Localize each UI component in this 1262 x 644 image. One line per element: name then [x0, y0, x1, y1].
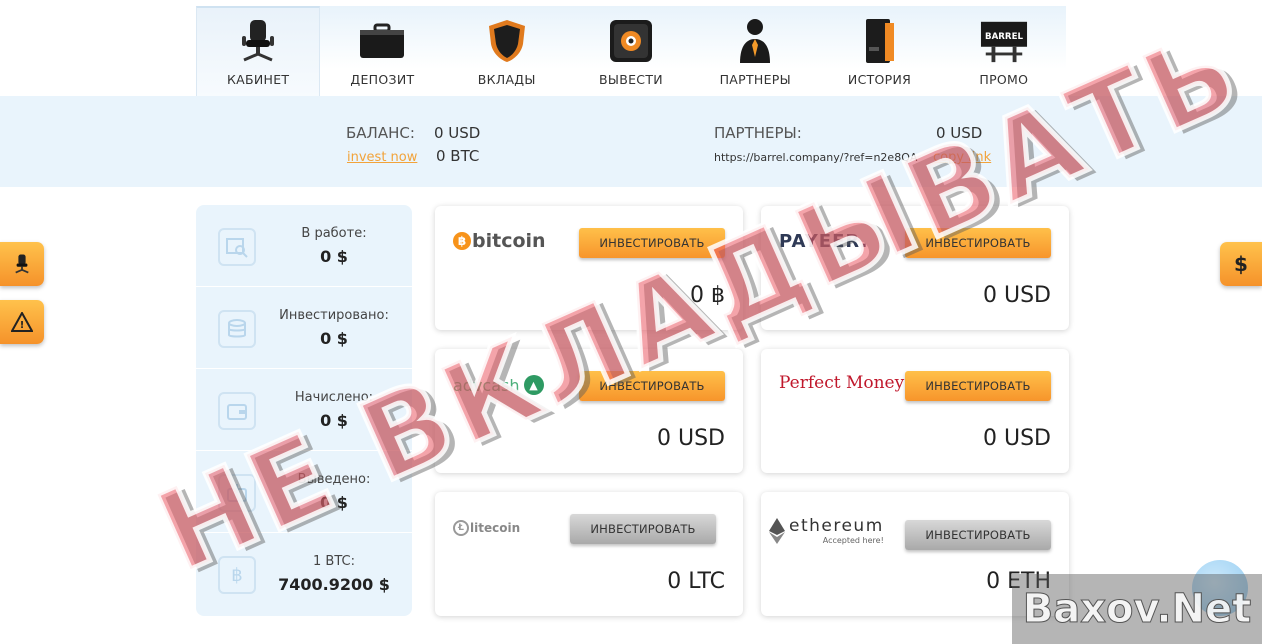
referral-link[interactable]: https://barrel.company/?ref=n2e8QA: [714, 151, 917, 164]
stat-invested: Инвестировано: 0 $: [196, 287, 412, 369]
litecoin-icon: Ł: [453, 520, 469, 536]
stat-label: 1 BTC:: [313, 554, 355, 569]
amount-bitcoin: 0 ฿: [690, 283, 725, 308]
stat-value: 0 $: [320, 411, 348, 430]
invest-button-bitcoin[interactable]: ИНВЕСТИРОВАТЬ: [579, 228, 725, 258]
stat-btc-rate: ฿ 1 BTC: 7400.9200 $: [196, 533, 412, 615]
advcash-icon: ▲: [523, 375, 544, 395]
nav-item-cabinet[interactable]: КАБИНЕТ: [196, 6, 321, 96]
billboard-text: BARREL: [985, 32, 1023, 42]
stat-label: Инвестировано:: [279, 308, 389, 323]
side-cabinet-button[interactable]: [0, 242, 44, 286]
partners-label: ПАРТНЕРЫ:: [714, 124, 802, 142]
coins-icon: [218, 310, 256, 348]
amount-litecoin: 0 LTC: [667, 569, 725, 594]
withdraw-icon: [218, 474, 256, 512]
invest-button-advcash[interactable]: ИНВЕСТИРОВАТЬ: [579, 371, 725, 401]
office-chair-icon: [15, 254, 29, 274]
nav-item-withdraw[interactable]: ВЫВЕСТИ: [569, 6, 693, 96]
stat-withdrawn: Выведено: 0 $: [196, 451, 412, 533]
partners-usd: 0 USD: [936, 124, 983, 142]
safe-icon: [607, 17, 655, 65]
search-document-icon: [218, 228, 256, 266]
ethereum-icon: [769, 517, 785, 544]
nav-item-partners[interactable]: ПАРТНЕРЫ: [693, 6, 817, 96]
nav-label: ДЕПОЗИТ: [350, 72, 415, 87]
person-tie-icon: [731, 17, 779, 65]
invest-button-payeer[interactable]: ИНВЕСТИРОВАТЬ: [905, 228, 1051, 258]
invest-button-litecoin[interactable]: ИНВЕСТИРОВАТЬ: [570, 514, 716, 544]
copy-link[interactable]: copy link: [933, 150, 991, 165]
card-perfect-money: Perfect Money ИНВЕСТИРОВАТЬ 0 USD: [761, 349, 1069, 473]
nav-label: КАБИНЕТ: [226, 72, 290, 87]
nav-label: ПАРТНЕРЫ: [719, 72, 791, 87]
balance-label: БАЛАНС:: [346, 124, 415, 142]
balance-usd: 0 USD: [434, 124, 481, 142]
ethereum-logo: ethereum Accepted here!: [769, 516, 884, 545]
briefcase-icon: [358, 17, 406, 65]
nav-label: ВЫВЕСТИ: [599, 72, 663, 87]
side-dollar-button[interactable]: $: [1220, 242, 1262, 286]
shield-icon: [483, 17, 531, 65]
payeer-logo: PAYEER.: [779, 231, 869, 252]
card-payeer: PAYEER. ИНВЕСТИРОВАТЬ 0 USD: [761, 206, 1069, 330]
nav-label: ВКЛАДЫ: [477, 72, 536, 87]
office-chair-icon: [234, 17, 282, 65]
stat-value: 7400.9200 $: [278, 575, 390, 594]
watermark-text: Baxov.Net: [1022, 586, 1252, 633]
balance-band: [0, 96, 1262, 187]
nav-label: ИСТОРИЯ: [847, 72, 912, 87]
card-litecoin: Ł litecoin ИНВЕСТИРОВАТЬ 0 LTC: [435, 492, 743, 616]
stat-label: Выведено:: [297, 472, 371, 487]
dollar-icon: $: [1234, 252, 1248, 276]
card-bitcoin: ฿ bitcoin ИНВЕСТИРОВАТЬ 0 ฿: [435, 206, 743, 330]
side-warning-button[interactable]: !: [0, 300, 44, 344]
card-advcash: advcash ▲ ИНВЕСТИРОВАТЬ 0 USD: [435, 349, 743, 473]
stat-value: 0 $: [320, 493, 348, 512]
amount-perfect-money: 0 USD: [983, 426, 1051, 451]
svg-text:!: !: [20, 320, 25, 331]
nav-item-deposit[interactable]: ДЕПОЗИТ: [320, 6, 444, 96]
invest-now-link[interactable]: invest now: [347, 150, 417, 165]
warning-icon: !: [11, 312, 33, 332]
top-navigation: КАБИНЕТ ДЕПОЗИТ ВКЛАДЫ ВЫВЕСТИ ПАРТНЕРЫ …: [196, 6, 1066, 96]
billboard-icon: BARREL: [980, 17, 1028, 65]
binder-icon: [856, 17, 904, 65]
invest-button-ethereum[interactable]: ИНВЕСТИРОВАТЬ: [905, 520, 1051, 550]
stat-accrued: Начислено: 0 $: [196, 369, 412, 451]
advcash-logo: advcash ▲: [453, 375, 544, 395]
stat-value: 0 $: [320, 247, 348, 266]
nav-item-promo[interactable]: BARREL ПРОМО: [942, 6, 1066, 96]
bitcoin-icon: ฿: [218, 556, 256, 594]
stat-value: 0 $: [320, 329, 348, 348]
balance-btc: 0 BTC: [436, 147, 480, 165]
perfect-money-logo: Perfect Money: [779, 373, 905, 393]
stat-label: Начислено:: [294, 390, 374, 405]
watermark: Baxov.Net: [1012, 574, 1262, 644]
litecoin-logo: Ł litecoin: [453, 520, 520, 536]
stat-label: В работе:: [301, 226, 367, 241]
stats-panel: В работе: 0 $ Инвестировано: 0 $ Начисле…: [196, 205, 412, 616]
bitcoin-icon: ฿: [453, 232, 471, 250]
nav-item-deposits[interactable]: ВКЛАДЫ: [445, 6, 569, 96]
stat-in-work: В работе: 0 $: [196, 205, 412, 287]
nav-label: ПРОМО: [979, 72, 1029, 87]
amount-advcash: 0 USD: [657, 426, 725, 451]
invest-button-perfect-money[interactable]: ИНВЕСТИРОВАТЬ: [905, 371, 1051, 401]
nav-item-history[interactable]: ИСТОРИЯ: [817, 6, 941, 96]
wallet-icon: [218, 392, 256, 430]
amount-payeer: 0 USD: [983, 283, 1051, 308]
bitcoin-logo: ฿ bitcoin: [453, 230, 546, 252]
